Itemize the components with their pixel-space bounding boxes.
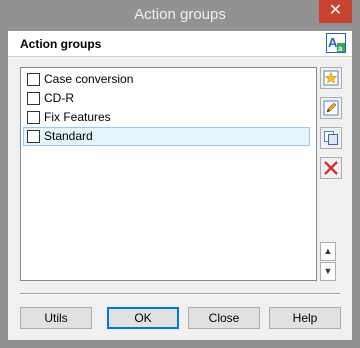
move-down-button[interactable]: ▼ <box>320 262 336 281</box>
delete-x-icon <box>324 161 338 175</box>
text-style-icon: A a <box>326 33 346 53</box>
new-group-button[interactable] <box>320 67 342 89</box>
dialog-body: Action groups A a Case conversion CD-R F… <box>8 31 352 340</box>
list-item[interactable]: CD-R <box>23 89 310 108</box>
svg-text:A: A <box>328 35 338 50</box>
list-item-checkbox[interactable] <box>27 130 40 143</box>
header-strip: Action groups A a <box>8 31 352 57</box>
edit-group-button[interactable] <box>320 97 342 119</box>
delete-group-button[interactable] <box>320 157 342 179</box>
copy-icon <box>324 131 338 145</box>
window-bottom-border <box>8 340 352 348</box>
new-star-icon <box>323 70 339 86</box>
list-item[interactable]: Case conversion <box>23 70 310 89</box>
window-title: Action groups <box>134 6 226 23</box>
list-item-label: Case conversion <box>44 72 134 86</box>
separator <box>20 293 340 295</box>
list-item-label: CD-R <box>44 91 74 105</box>
list-item-label: Standard <box>44 129 93 143</box>
title-bar[interactable]: Action groups ✕ <box>0 0 360 31</box>
window-close-button[interactable]: ✕ <box>319 0 352 23</box>
utils-button[interactable]: Utils <box>20 307 92 329</box>
close-button[interactable]: Close <box>188 307 260 329</box>
help-button[interactable]: Help <box>269 307 341 329</box>
list-item-label: Fix Features <box>44 110 111 124</box>
header-label: Action groups <box>20 37 102 51</box>
list-item-selected[interactable]: Standard <box>23 127 310 146</box>
list-item[interactable]: Fix Features <box>23 108 310 127</box>
copy-group-button[interactable] <box>320 127 342 149</box>
list-item-checkbox[interactable] <box>27 111 40 124</box>
svg-text:a: a <box>338 44 343 53</box>
move-up-button[interactable]: ▲ <box>320 242 336 261</box>
list-item-checkbox[interactable] <box>27 92 40 105</box>
edit-pencil-icon <box>323 100 339 116</box>
ok-button[interactable]: OK <box>107 307 179 329</box>
dialog-window: Action groups ✕ Action groups A a Case c… <box>0 0 360 348</box>
list-item-checkbox[interactable] <box>27 73 40 86</box>
action-groups-list[interactable]: Case conversion CD-R Fix Features Standa… <box>20 67 317 281</box>
